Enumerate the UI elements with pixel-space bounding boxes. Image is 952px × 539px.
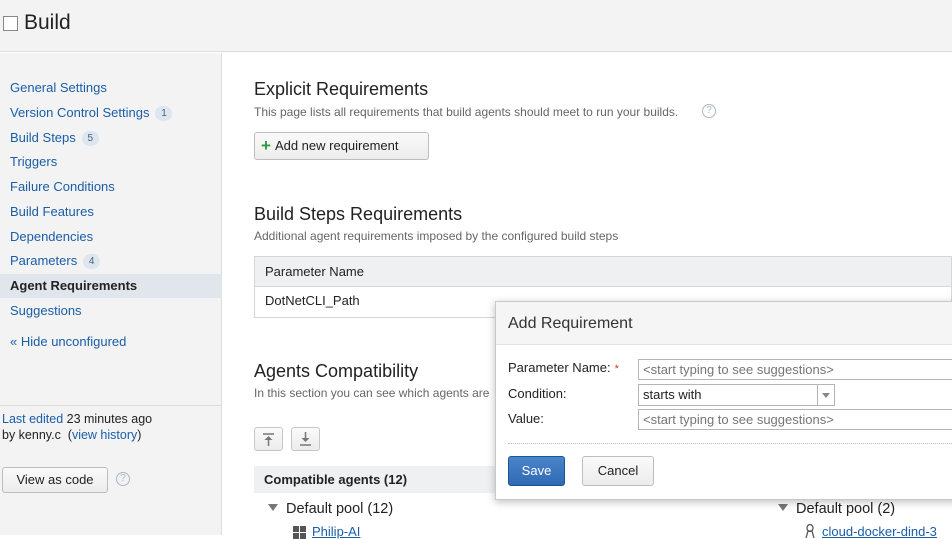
value-label: Value: bbox=[508, 411, 544, 426]
sidebar-item-version-control-settings[interactable]: Version Control Settings 1 bbox=[0, 101, 222, 125]
save-button[interactable]: Save bbox=[508, 456, 565, 486]
windows-icon bbox=[293, 526, 306, 539]
sidebar-item-label: Suggestions bbox=[10, 303, 82, 318]
divider bbox=[508, 443, 952, 444]
count-badge: 4 bbox=[83, 254, 101, 269]
top-bar: Build bbox=[0, 0, 952, 52]
divider bbox=[0, 405, 222, 406]
help-icon[interactable]: ? bbox=[116, 472, 130, 486]
pool-group-left[interactable]: Default pool (12) bbox=[268, 501, 393, 517]
expand-all-button[interactable] bbox=[254, 427, 283, 451]
sidebar-item-label: Version Control Settings bbox=[10, 105, 150, 120]
required-mark: * bbox=[614, 363, 619, 375]
sidebar-item-agent-requirements[interactable]: Agent Requirements bbox=[0, 274, 222, 298]
sidebar-item-label: General Settings bbox=[10, 80, 107, 95]
hide-unconfigured-link[interactable]: « Hide unconfigured bbox=[10, 334, 126, 349]
sidebar-item-label: Dependencies bbox=[10, 229, 94, 244]
dialog-title: Add Requirement bbox=[496, 302, 952, 345]
count-badge: 5 bbox=[81, 131, 99, 146]
help-icon[interactable]: ? bbox=[702, 104, 716, 118]
count-badge: 1 bbox=[155, 106, 173, 121]
sidebar-item-label: Build Features bbox=[10, 204, 94, 219]
close-paren: ) bbox=[137, 428, 142, 442]
sidebar-item-triggers[interactable]: Triggers bbox=[0, 150, 222, 174]
sidebar-item-build-steps[interactable]: Build Steps 5 bbox=[0, 126, 222, 150]
pool-group-right[interactable]: Default pool (2) bbox=[778, 501, 895, 517]
sidebar-item-label: Agent Requirements bbox=[10, 278, 138, 293]
sidebar-item-label: Build Steps bbox=[10, 130, 76, 145]
expand-all-icon bbox=[263, 433, 274, 446]
last-edited-link[interactable]: Last edited bbox=[2, 412, 63, 426]
condition-value: starts with bbox=[643, 387, 702, 402]
plus-icon: + bbox=[261, 136, 271, 155]
sidebar: General Settings Version Control Setting… bbox=[0, 53, 222, 535]
view-as-code-button[interactable]: View as code bbox=[2, 467, 108, 493]
add-new-requirement-label: Add new requirement bbox=[274, 138, 399, 153]
last-edited-info: Last edited 23 minutes ago by kenny.c (v… bbox=[2, 411, 152, 443]
sidebar-item-suggestions[interactable]: Suggestions bbox=[0, 299, 222, 323]
cancel-button[interactable]: Cancel bbox=[582, 456, 654, 486]
sidebar-item-label: Failure Conditions bbox=[10, 179, 115, 194]
checkbox-icon[interactable] bbox=[3, 16, 18, 31]
add-new-requirement-button[interactable]: + Add new requirement bbox=[254, 132, 429, 160]
triangle-down-icon bbox=[778, 504, 788, 511]
explicit-requirements-title: Explicit Requirements bbox=[254, 79, 429, 99]
explicit-requirements-description: This page lists all requirements that bu… bbox=[254, 105, 679, 119]
parameter-name-label-text: Parameter Name: bbox=[508, 360, 611, 375]
sidebar-item-general-settings[interactable]: General Settings bbox=[0, 76, 222, 100]
agent-link-left[interactable]: Philip-AI bbox=[312, 524, 360, 539]
sidebar-item-dependencies[interactable]: Dependencies bbox=[0, 225, 222, 249]
value-input[interactable] bbox=[638, 409, 952, 430]
collapse-all-icon bbox=[300, 432, 311, 446]
build-steps-requirements-description: Additional agent requirements imposed by… bbox=[254, 229, 619, 243]
view-history-link[interactable]: view history bbox=[72, 428, 137, 442]
chevron-down-icon[interactable] bbox=[817, 385, 834, 405]
parameter-name-input[interactable] bbox=[638, 359, 952, 380]
edited-by: by kenny.c bbox=[2, 428, 61, 442]
agent-link-right[interactable]: cloud-docker-dind-3 bbox=[822, 524, 937, 539]
parameter-name-label: Parameter Name: * bbox=[508, 360, 619, 375]
sidebar-item-parameters[interactable]: Parameters 4 bbox=[0, 249, 222, 273]
add-requirement-dialog: Add Requirement Parameter Name:* Conditi… bbox=[495, 301, 952, 500]
triangle-down-icon bbox=[268, 504, 278, 511]
table-header-parameter-name: Parameter Name bbox=[254, 256, 952, 287]
pool-label: Default pool (2) bbox=[796, 501, 896, 517]
collapse-all-button[interactable] bbox=[291, 427, 320, 451]
page-title: Build bbox=[24, 11, 71, 34]
agents-compatibility-description: In this section you can see which agents… bbox=[254, 386, 490, 400]
pool-label: Default pool (12) bbox=[286, 501, 394, 517]
linux-icon bbox=[805, 524, 815, 538]
sidebar-item-build-features[interactable]: Build Features bbox=[0, 200, 222, 224]
condition-label: Condition: bbox=[508, 386, 567, 401]
agents-compatibility-title: Agents Compatibility bbox=[254, 361, 419, 381]
sidebar-item-label: Triggers bbox=[10, 154, 58, 169]
condition-select[interactable]: starts with bbox=[638, 384, 835, 406]
build-steps-requirements-title: Build Steps Requirements bbox=[254, 204, 463, 224]
last-edited-time: 23 minutes ago bbox=[63, 412, 153, 426]
sidebar-item-label: Parameters bbox=[10, 253, 78, 268]
sidebar-item-failure-conditions[interactable]: Failure Conditions bbox=[0, 175, 222, 199]
